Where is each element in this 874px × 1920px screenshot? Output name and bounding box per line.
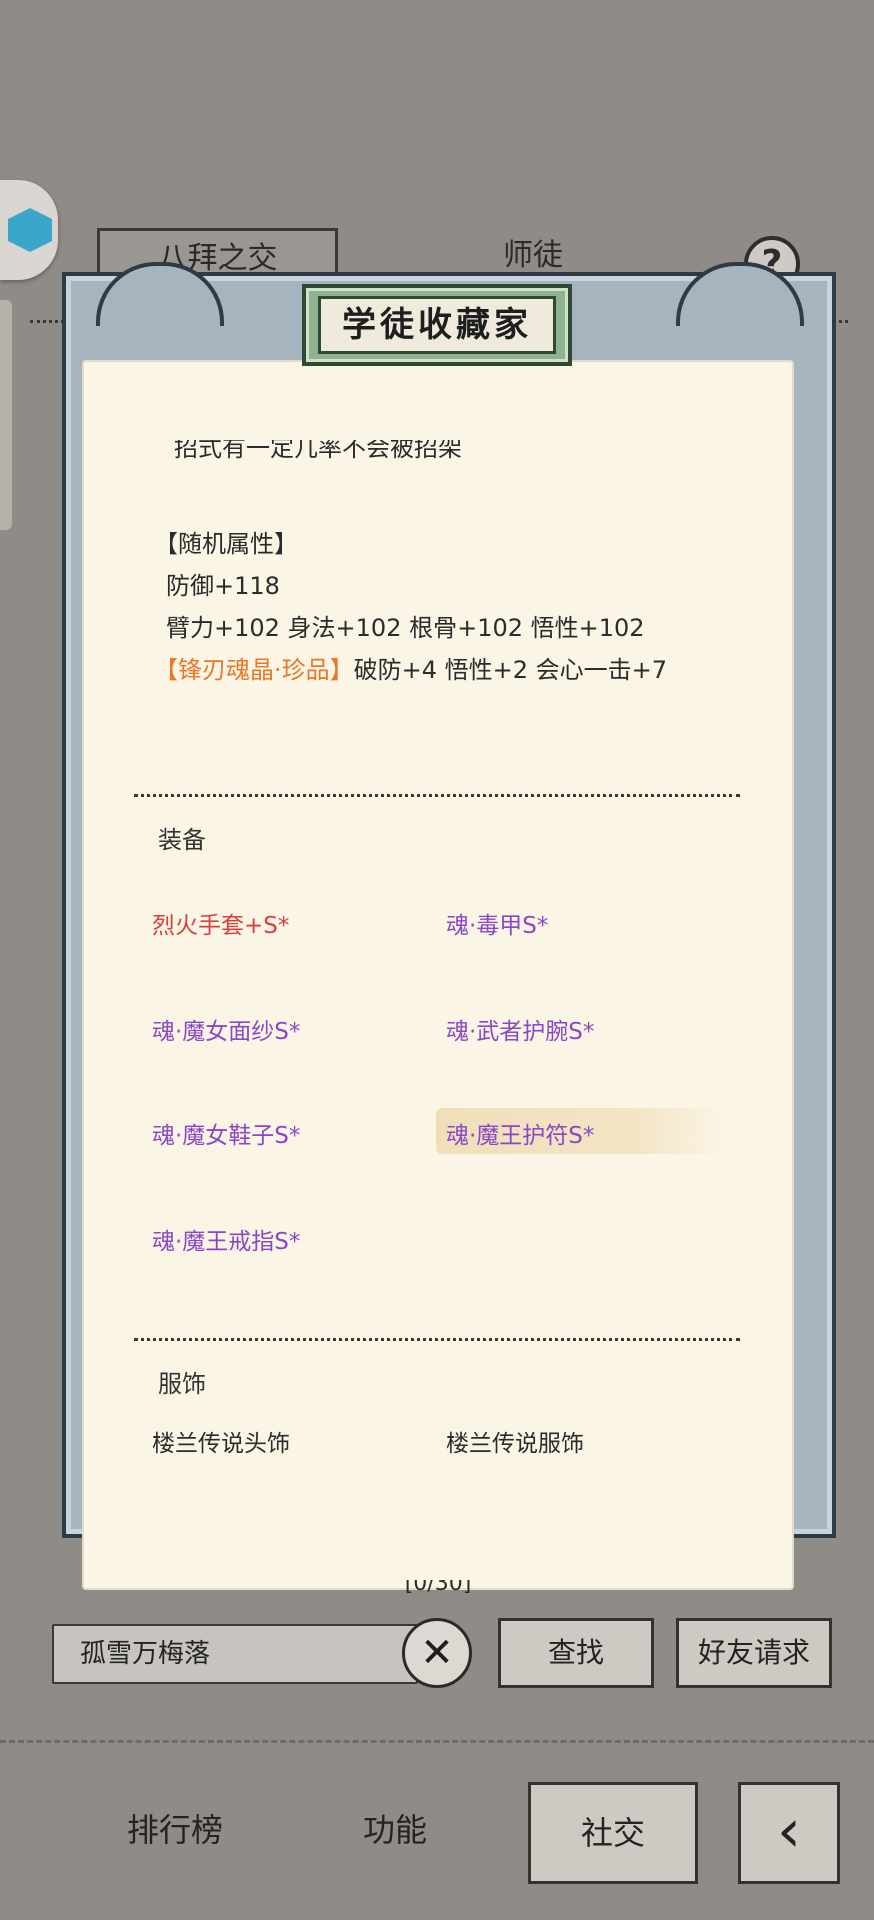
section-divider xyxy=(134,1338,740,1341)
cut-off-text: 招式有一定几率不会被招架 xyxy=(174,440,462,462)
search-input[interactable]: 孤雪万梅落 xyxy=(52,1624,418,1684)
equipment-item[interactable]: 魂·魔女鞋子S* xyxy=(152,1116,300,1150)
nav-social[interactable]: 社交 xyxy=(528,1782,698,1884)
hex-icon xyxy=(8,208,52,252)
section-divider xyxy=(134,794,740,797)
equipment-label: 装备 xyxy=(158,826,206,854)
clear-icon[interactable]: ✕ xyxy=(402,1618,472,1688)
search-query: 孤雪万梅落 xyxy=(80,1639,211,1669)
apparel-item[interactable]: 楼兰传说服饰 xyxy=(446,1424,584,1458)
equipment-item[interactable]: 魂·魔女面纱S* xyxy=(152,1012,300,1046)
side-menu-button[interactable] xyxy=(0,180,58,280)
equipment-item-selected[interactable]: 魂·魔王护符S* xyxy=(446,1116,594,1150)
soul-crystal-tag: 【锋刃魂晶·珍品】 xyxy=(154,656,354,684)
find-button[interactable]: 查找 xyxy=(498,1618,654,1688)
equipment-item[interactable]: 魂·武者护腕S* xyxy=(446,1012,594,1046)
soul-crystal-effects: 破防+4 悟性+2 会心一击+7 xyxy=(353,656,668,684)
side-scrollbar[interactable] xyxy=(0,300,12,530)
equipment-item[interactable]: 烈火手套+S* xyxy=(152,906,289,940)
equipment-item[interactable]: 魂·魔王戒指S* xyxy=(152,1222,300,1256)
bottom-divider xyxy=(0,1740,874,1743)
nav-functions[interactable]: 功能 xyxy=(320,1782,470,1878)
attribute-stats: 臂力+102 身法+102 根骨+102 悟性+102 xyxy=(166,614,645,642)
friend-request-button[interactable]: 好友请求 xyxy=(676,1618,832,1688)
apparel-label: 服饰 xyxy=(158,1370,206,1398)
panel-title: 学徒收藏家 xyxy=(318,296,556,354)
panel-title-plate: 学徒收藏家 xyxy=(302,284,572,366)
defense-stat: 防御+118 xyxy=(166,572,280,600)
page-count: [0/30] xyxy=(404,1580,472,1596)
apparel-item[interactable]: 楼兰传说头饰 xyxy=(152,1424,290,1458)
random-attrs-header: 【随机属性】 xyxy=(154,530,298,558)
nav-ranking[interactable]: 排行榜 xyxy=(100,1782,250,1878)
back-icon[interactable]: ‹ xyxy=(738,1782,840,1884)
equipment-item[interactable]: 魂·毒甲S* xyxy=(446,906,548,940)
